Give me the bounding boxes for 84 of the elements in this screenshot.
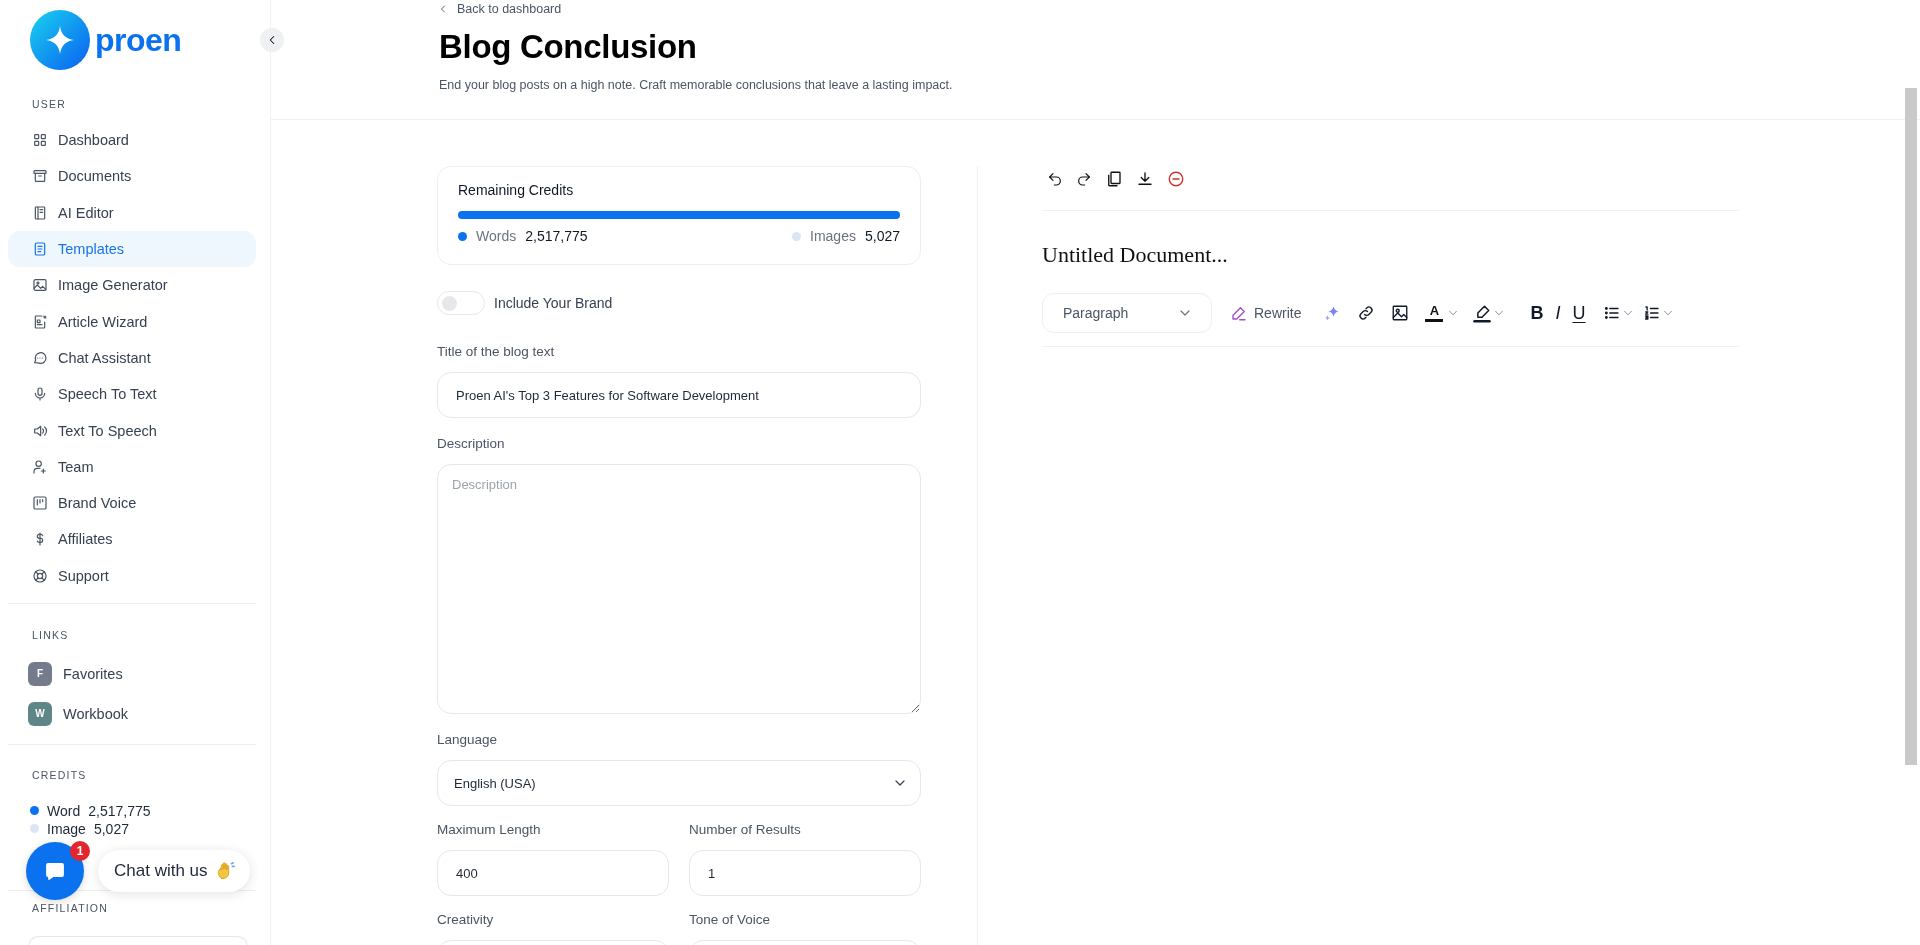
back-link[interactable]: Back to dashboard — [437, 0, 562, 18]
sidebar-item[interactable]: Team — [8, 448, 256, 485]
italic-button[interactable]: I — [1555, 303, 1561, 323]
field-label: Description — [437, 435, 506, 453]
minus-circle-icon[interactable] — [1167, 170, 1185, 188]
field-label: Language — [437, 731, 499, 749]
microphone-icon — [32, 386, 48, 403]
sidebar-item[interactable]: Speech To Text — [8, 376, 256, 413]
credit-value: 2,517,775 — [88, 802, 151, 819]
notification-badge: 1 — [70, 841, 90, 861]
download-icon[interactable] — [1136, 170, 1154, 188]
input-field[interactable]: 400 — [437, 850, 669, 896]
undo-icon[interactable] — [1047, 171, 1063, 187]
columns-icon — [32, 495, 48, 512]
section-heading: USER — [31, 97, 67, 112]
document-icon — [32, 241, 48, 258]
page-subtitle: End your blog posts on a high note. Craft memorable conclusions that leave a lasting impact. — [439, 77, 954, 94]
input-field[interactable]: Proen AI's Top 3 Features for Software Development — [437, 372, 921, 418]
sidebar-item[interactable]: W Workbook — [0, 693, 270, 734]
user-plus-icon — [32, 458, 48, 475]
sidebar-item[interactable]: Support — [8, 557, 256, 594]
book-icon — [32, 204, 48, 221]
page-title: Blog Conclusion — [439, 27, 698, 67]
sidebar-item[interactable]: Text To Speech — [8, 412, 256, 449]
field-label: Creativity — [437, 911, 495, 929]
sidebar-item[interactable]: Documents — [8, 158, 256, 195]
bold-button[interactable]: B — [1530, 303, 1544, 323]
copy-icon[interactable] — [1105, 170, 1123, 188]
field-label: Number of Results — [689, 821, 802, 839]
credit-value: 2,517,775 — [525, 228, 588, 244]
sidebar-item[interactable]: Affiliates — [8, 521, 256, 558]
language-select[interactable]: English (USA) — [437, 760, 921, 806]
chat-prompt[interactable]: Chat with us — [98, 850, 250, 892]
field-label: Maximum Length — [437, 821, 542, 839]
sidebar-item[interactable]: Article Wizard — [8, 303, 256, 340]
archive-icon — [32, 168, 48, 185]
rewrite-button[interactable]: Rewrite — [1230, 304, 1302, 322]
text-color-button[interactable]: A — [1425, 304, 1444, 322]
sparkle-icon[interactable] — [1323, 304, 1342, 322]
section-heading: LINKS — [31, 627, 70, 643]
initial-avatar: W — [28, 701, 52, 726]
grid-icon — [32, 132, 48, 149]
redo-icon[interactable] — [1076, 171, 1092, 187]
sidebar-item[interactable]: Brand Voice — [8, 484, 256, 522]
field-label: Title of the blog text — [437, 343, 556, 361]
pencil-icon — [1230, 304, 1248, 322]
logo-text: proen — [95, 21, 182, 59]
card-title: Remaining Credits — [458, 181, 575, 199]
article-icon — [32, 313, 48, 330]
credit-value: 5,027 — [93, 820, 129, 837]
document-title[interactable]: Untitled Document... — [1042, 241, 1739, 269]
input-field[interactable]: 1 — [689, 850, 921, 896]
image-icon[interactable] — [1391, 304, 1410, 322]
bullet-list-icon[interactable] — [1603, 304, 1622, 322]
section-heading: CREDITS — [31, 767, 88, 783]
sidebar-item[interactable]: F Favorites — [0, 653, 270, 694]
initial-avatar: F — [28, 661, 52, 686]
toggle-switch[interactable] — [437, 291, 485, 315]
credit-label: Word — [47, 802, 81, 819]
credit-label: Image — [47, 820, 86, 837]
sidebar-item[interactable]: Image Generator — [8, 267, 256, 304]
sidebar-item[interactable]: Chat Assistant — [8, 339, 256, 377]
field-label: Tone of Voice — [689, 911, 772, 929]
image-icon — [32, 277, 48, 294]
collapse-button[interactable] — [260, 28, 284, 52]
underline-button[interactable]: U — [1572, 303, 1586, 323]
toggle-label: Include Your Brand — [494, 295, 613, 311]
link-icon[interactable] — [1357, 304, 1376, 322]
sidebar-item[interactable]: Templates — [8, 230, 256, 268]
chat-button[interactable] — [26, 842, 84, 900]
sidebar-item[interactable]: AI Editor — [8, 194, 256, 231]
chat-bubble-icon — [32, 349, 48, 366]
section-heading: AFFILIATION — [31, 900, 109, 916]
numbered-list-icon[interactable] — [1643, 304, 1662, 322]
scrollbar[interactable] — [1905, 88, 1917, 765]
block-style-select[interactable]: Paragraph — [1042, 293, 1212, 333]
logo-icon — [30, 10, 90, 70]
credit-label: Words — [476, 228, 517, 244]
highlighter-icon[interactable] — [1472, 303, 1493, 323]
credit-value: 5,027 — [864, 228, 900, 244]
lifebuoy-icon — [32, 567, 48, 584]
sidebar-item[interactable]: Dashboard — [8, 122, 256, 159]
description-field[interactable]: Description — [437, 464, 921, 714]
credit-label: Images — [810, 228, 856, 244]
